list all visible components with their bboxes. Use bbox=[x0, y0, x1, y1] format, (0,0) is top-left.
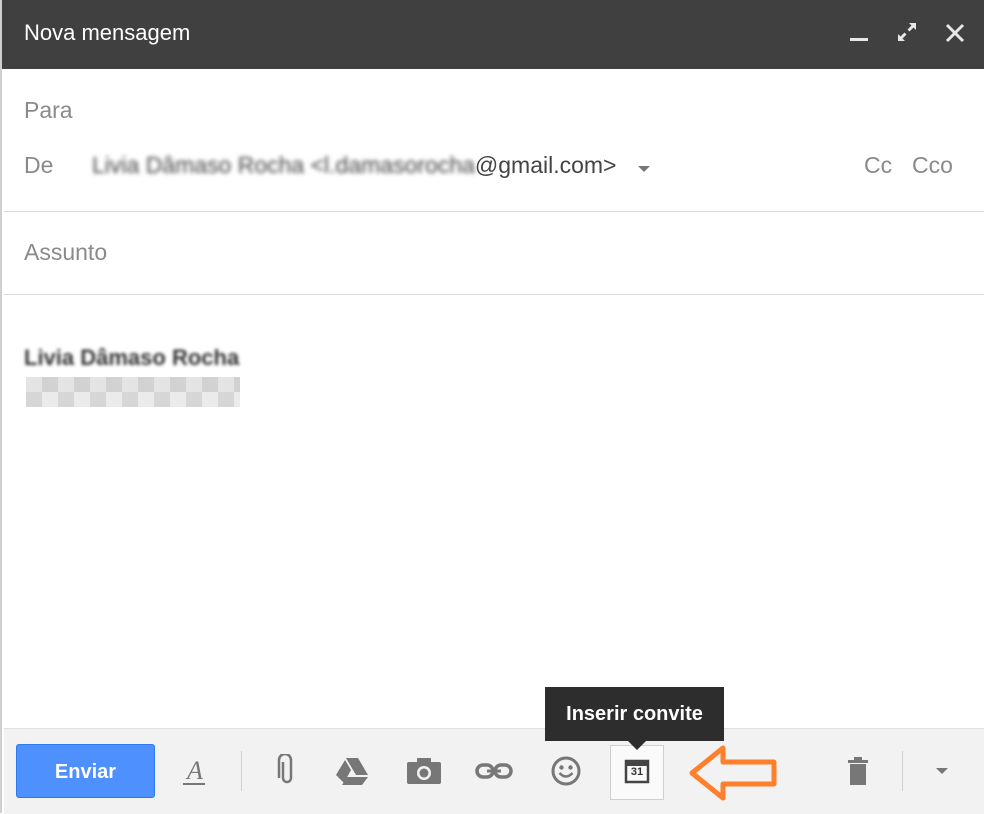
calendar-day: 31 bbox=[630, 766, 644, 778]
signature-blurred-line bbox=[26, 377, 240, 407]
message-body[interactable]: Livia Dâmaso Rocha bbox=[4, 295, 984, 727]
signature-name: Livia Dâmaso Rocha bbox=[24, 345, 240, 370]
expand-icon[interactable] bbox=[892, 18, 922, 52]
attach-icon[interactable] bbox=[267, 749, 307, 793]
compose-window: Nova mensagem Para De Livia Dâmaso Rocha… bbox=[0, 0, 984, 814]
toolbar-divider bbox=[241, 751, 242, 791]
emoji-icon[interactable] bbox=[546, 749, 586, 793]
minimize-icon[interactable] bbox=[844, 18, 874, 52]
from-email-prefix: <l.damasorocha bbox=[310, 152, 475, 178]
from-account-selector[interactable]: Livia Dâmaso Rocha <l.damasorocha@gmail.… bbox=[92, 152, 651, 180]
subject-input[interactable]: Assunto bbox=[4, 212, 984, 294]
svg-text:A: A bbox=[185, 756, 203, 785]
send-button[interactable]: Enviar bbox=[16, 744, 155, 798]
from-field-label: De bbox=[24, 152, 54, 178]
calendar-invite-icon[interactable]: 31 bbox=[617, 749, 657, 793]
bcc-link[interactable]: Cco bbox=[912, 152, 953, 179]
drive-icon[interactable] bbox=[332, 749, 372, 793]
toolbar-divider bbox=[902, 751, 903, 791]
cc-link[interactable]: Cc bbox=[864, 152, 892, 179]
chevron-down-icon[interactable] bbox=[637, 153, 651, 180]
from-email-domain: @gmail.com> bbox=[474, 152, 617, 178]
to-field-label[interactable]: Para bbox=[24, 97, 73, 124]
more-options-icon[interactable] bbox=[922, 749, 962, 793]
close-icon[interactable] bbox=[940, 18, 970, 52]
compose-titlebar[interactable]: Nova mensagem bbox=[2, 0, 984, 69]
window-title: Nova mensagem bbox=[24, 20, 191, 45]
link-icon[interactable] bbox=[474, 749, 514, 793]
format-text-icon[interactable]: A bbox=[174, 749, 214, 793]
subject-placeholder: Assunto bbox=[24, 239, 108, 265]
tooltip: Inserir convite bbox=[545, 687, 724, 750]
from-name: Livia Dâmaso Rocha bbox=[92, 152, 305, 178]
trash-icon[interactable] bbox=[838, 749, 878, 793]
photo-icon[interactable] bbox=[404, 749, 444, 793]
annotation-arrow bbox=[688, 744, 778, 802]
